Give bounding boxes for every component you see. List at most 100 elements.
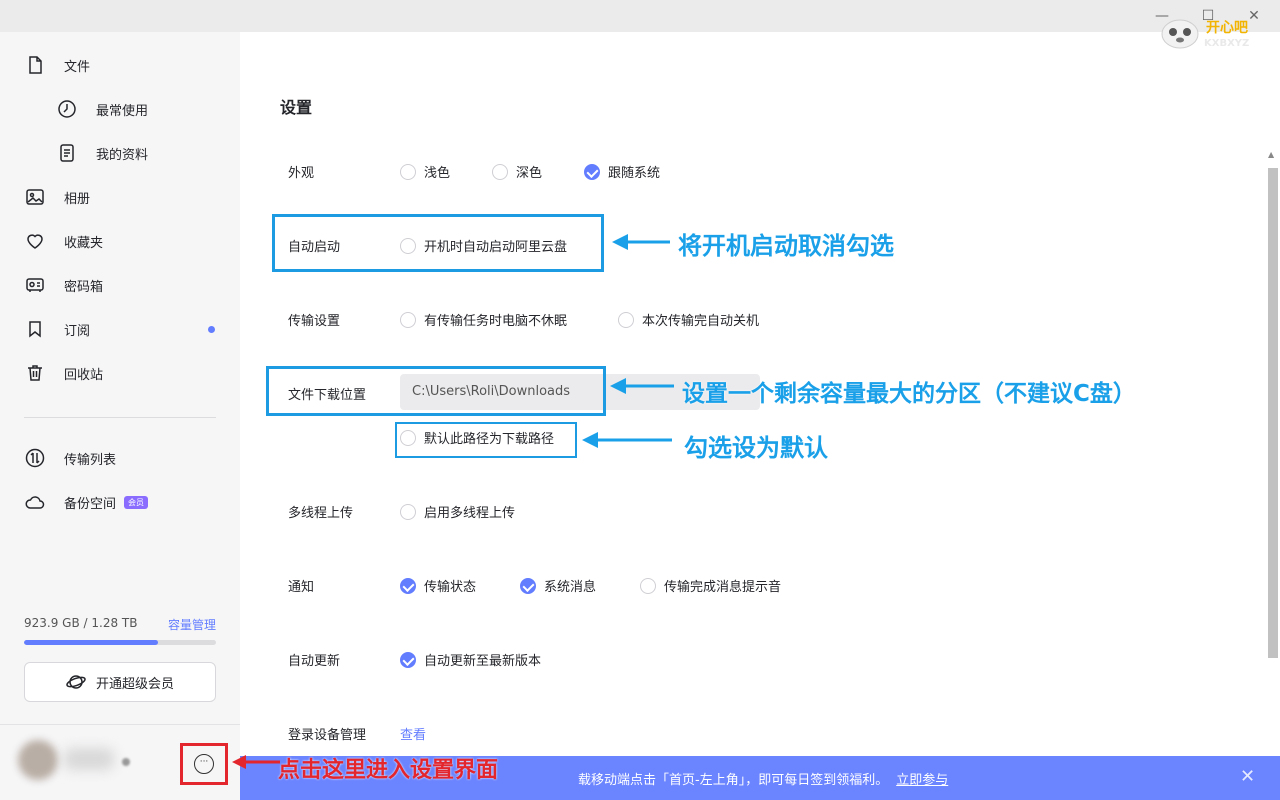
multithread-label: 多线程上传 <box>288 506 354 521</box>
sidebar-item-label: 我的资料 <box>96 147 149 163</box>
more-settings-button[interactable]: ··· <box>180 743 228 785</box>
planet-icon <box>66 675 86 689</box>
unread-dot <box>208 326 215 333</box>
multithread-checkbox[interactable] <box>400 503 416 520</box>
document-icon <box>56 142 78 164</box>
sidebar-item-subscription[interactable]: 订阅 <box>24 311 90 347</box>
option-label: 系统消息 <box>544 580 597 595</box>
scroll-up-arrow[interactable]: ▲ <box>1268 150 1274 159</box>
sidebar-item-transfers[interactable]: 传输列表 <box>24 440 116 476</box>
title-bar: — ☐ ✕ <box>0 0 1280 32</box>
notify-sound-checkbox[interactable] <box>640 577 656 594</box>
sidebar-item-my-docs[interactable]: 我的资料 <box>56 135 148 171</box>
transfer-label: 传输设置 <box>288 314 341 329</box>
storage-progress-fill <box>24 640 159 645</box>
heart-icon <box>24 230 46 252</box>
sidebar-item-recycle-bin[interactable]: 回收站 <box>24 355 103 391</box>
option-label: 深色 <box>516 166 543 181</box>
auto-shutdown-checkbox[interactable] <box>618 311 634 328</box>
sidebar-item-label: 密码箱 <box>64 279 104 295</box>
sidebar-item-label: 收藏夹 <box>64 235 104 251</box>
sidebar-item-files[interactable]: 文件 <box>24 47 90 83</box>
notify-label: 通知 <box>288 580 315 595</box>
appearance-dark-option[interactable]: 深色 <box>492 162 542 181</box>
page-title: 设置 <box>280 98 313 117</box>
sidebar-item-album[interactable]: 相册 <box>24 179 90 215</box>
annotation-box-download <box>266 366 606 416</box>
clock-icon <box>56 98 78 120</box>
banner-join-link[interactable]: 立即参与 <box>896 773 948 788</box>
sidebar-item-label: 相册 <box>64 191 91 207</box>
annotation-arrow-download <box>610 378 674 394</box>
option-label: 浅色 <box>424 166 451 181</box>
annotation-arrow-autostart <box>612 234 670 250</box>
annotation-box-default <box>395 422 577 458</box>
annotation-default-text: 勾选设为默认 <box>684 434 828 462</box>
annotation-more-text: 点击这里进入设置界面 <box>278 758 499 783</box>
sidebar-item-favorites[interactable]: 收藏夹 <box>24 223 103 259</box>
notify-sound-option[interactable]: 传输完成消息提示音 <box>640 576 781 595</box>
notify-system-option[interactable]: 系统消息 <box>520 576 596 595</box>
option-label: 传输完成消息提示音 <box>664 580 782 595</box>
autoupdate-checkbox[interactable] <box>400 651 416 668</box>
upgrade-vip-button[interactable]: 开通超级会员 <box>24 662 216 702</box>
annotation-box-autostart <box>272 214 604 272</box>
radio-dark[interactable] <box>492 163 508 180</box>
upgrade-vip-label: 开通超级会员 <box>95 676 174 692</box>
option-label: 自动更新至最新版本 <box>424 654 542 669</box>
storage-progress-bar <box>24 640 216 645</box>
appearance-label: 外观 <box>288 166 315 181</box>
vip-badge: 会员 <box>124 495 149 509</box>
file-icon <box>24 54 46 76</box>
safe-icon <box>24 274 46 296</box>
appearance-system-option[interactable]: 跟随系统 <box>584 162 660 181</box>
user-status-dot <box>122 758 130 766</box>
notify-transfer-option[interactable]: 传输状态 <box>400 576 476 595</box>
annotation-download-text: 设置一个剩余容量最大的分区（不建议C盘） <box>682 381 1136 407</box>
sidebar-item-backup[interactable]: 备份空间 会员 <box>24 484 149 520</box>
autoupdate-option[interactable]: 自动更新至最新版本 <box>400 650 541 669</box>
sidebar-bottom-divider <box>0 724 240 725</box>
no-sleep-checkbox[interactable] <box>400 311 416 328</box>
scrollbar-thumb[interactable] <box>1268 168 1278 658</box>
sidebar-item-label: 备份空间 <box>64 496 117 512</box>
bookmark-icon <box>24 318 46 340</box>
annotation-arrow-more <box>232 755 280 769</box>
storage-manage-link[interactable]: 容量管理 <box>168 616 216 633</box>
sidebar: 文件 最常使用 我的资料 相册 收藏夹 密码箱 订阅 回收站 传输列表 备份空间… <box>0 32 240 800</box>
view-devices-link[interactable]: 查看 <box>400 724 426 743</box>
banner-text: 载移动端点击「首页-左上角」，即可每日签到领福利。 立即参与 <box>578 769 948 788</box>
user-name-blurred <box>64 748 114 770</box>
sidebar-item-label: 文件 <box>64 59 91 75</box>
multithread-option[interactable]: 启用多线程上传 <box>400 502 515 521</box>
annotation-autostart-text: 将开机启动取消勾选 <box>678 232 894 260</box>
transfer-icon <box>24 447 46 469</box>
banner-close-button[interactable]: ✕ <box>1240 766 1255 787</box>
notify-transfer-checkbox[interactable] <box>400 577 416 594</box>
settings-panel: 设置 外观 浅色 深色 跟随系统 自动启动 开机时自动启动阿里云盘 传输设置 有… <box>240 32 1280 800</box>
option-label: 跟随系统 <box>608 166 661 181</box>
cloud-icon <box>24 491 46 513</box>
option-label: 有传输任务时电脑不休眠 <box>424 314 568 329</box>
auto-shutdown-option[interactable]: 本次传输完自动关机 <box>618 310 759 329</box>
appearance-light-option[interactable]: 浅色 <box>400 162 450 181</box>
no-sleep-option[interactable]: 有传输任务时电脑不休眠 <box>400 310 567 329</box>
option-label: 启用多线程上传 <box>424 506 516 521</box>
sidebar-item-safe[interactable]: 密码箱 <box>24 267 103 303</box>
radio-system[interactable] <box>584 163 600 180</box>
photo-icon <box>24 186 46 208</box>
trash-icon <box>24 362 46 384</box>
radio-light[interactable] <box>400 163 416 180</box>
devices-label: 登录设备管理 <box>288 728 367 743</box>
sidebar-item-label: 订阅 <box>64 323 91 339</box>
sidebar-item-label: 回收站 <box>64 367 104 383</box>
annotation-arrow-default <box>582 432 672 448</box>
sidebar-item-label: 最常使用 <box>96 103 149 119</box>
sidebar-item-recent[interactable]: 最常使用 <box>56 91 148 127</box>
sidebar-divider <box>24 417 216 418</box>
option-label: 本次传输完自动关机 <box>642 314 760 329</box>
avatar[interactable] <box>18 740 58 780</box>
notify-system-checkbox[interactable] <box>520 577 536 594</box>
more-icon: ··· <box>194 754 214 774</box>
storage-usage: 923.9 GB / 1.28 TB <box>24 616 138 630</box>
